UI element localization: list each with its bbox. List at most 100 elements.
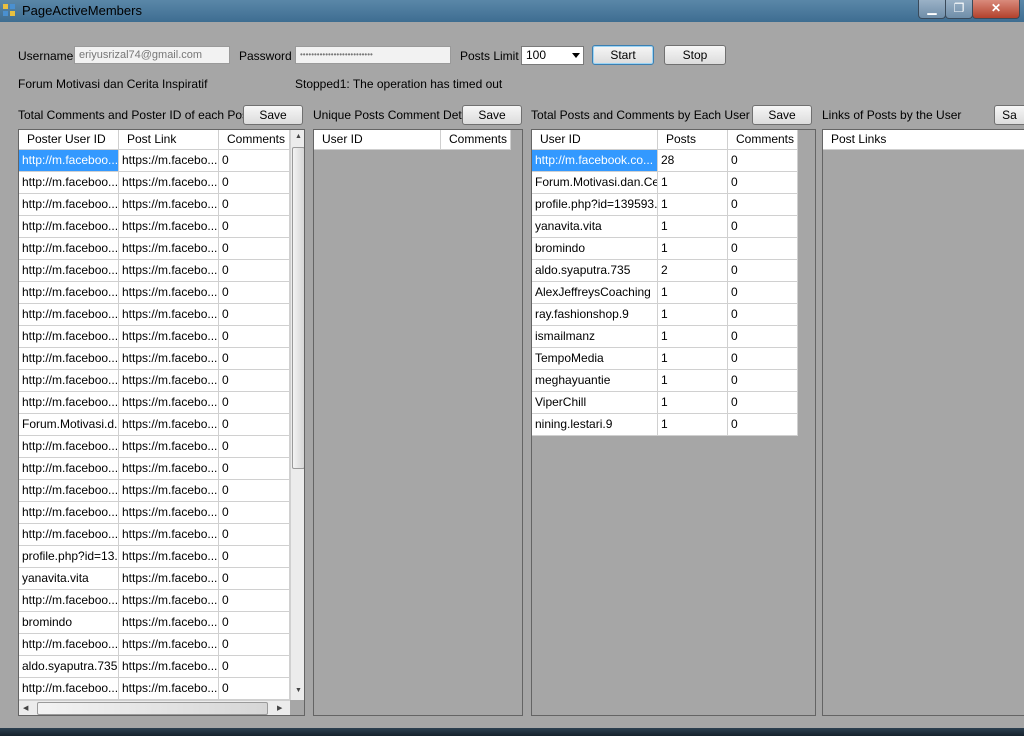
cell-comments[interactable]: 0 — [728, 348, 798, 370]
cell-poster-user-id[interactable]: http://m.faceboo... — [19, 392, 119, 414]
cell-posts[interactable]: 1 — [658, 348, 728, 370]
cell-comments[interactable]: 0 — [728, 414, 798, 436]
cell-user-id[interactable]: TempoMedia — [532, 348, 658, 370]
cell-comments[interactable]: 0 — [219, 480, 290, 502]
cell-poster-user-id[interactable]: http://m.faceboo... — [19, 348, 119, 370]
cell-post-link[interactable]: https://m.facebo... — [119, 326, 219, 348]
scroll-right-icon[interactable]: ▶ — [277, 704, 282, 712]
save-posts-button[interactable]: Save — [243, 105, 303, 125]
cell-comments[interactable]: 0 — [728, 282, 798, 304]
cell-poster-user-id[interactable]: http://m.faceboo... — [19, 304, 119, 326]
cell-comments[interactable]: 0 — [219, 678, 290, 700]
col-header-posts[interactable]: Posts — [658, 130, 728, 150]
cell-post-link[interactable]: https://m.facebo... — [119, 348, 219, 370]
close-button[interactable]: ✕ — [972, 0, 1020, 19]
cell-comments[interactable]: 0 — [219, 458, 290, 480]
cell-post-link[interactable]: https://m.facebo... — [119, 260, 219, 282]
cell-poster-user-id[interactable]: bromindo — [19, 612, 119, 634]
save-users-button[interactable]: Save — [752, 105, 812, 125]
cell-poster-user-id[interactable]: http://m.faceboo... — [19, 194, 119, 216]
col-header-comments[interactable]: Comments — [728, 130, 798, 150]
cell-poster-user-id[interactable]: aldo.syaputra.735 — [19, 656, 119, 678]
save-post-links-button[interactable]: Sa — [994, 105, 1024, 125]
cell-post-link[interactable]: https://m.facebo... — [119, 172, 219, 194]
cell-poster-user-id[interactable]: http://m.faceboo... — [19, 282, 119, 304]
cell-comments[interactable]: 0 — [219, 150, 290, 172]
cell-user-id[interactable]: AlexJeffreysCoaching — [532, 282, 658, 304]
col-header-poster-user-id[interactable]: Poster User ID — [19, 130, 119, 150]
cell-poster-user-id[interactable]: http://m.faceboo... — [19, 436, 119, 458]
cell-post-link[interactable]: https://m.facebo... — [119, 480, 219, 502]
cell-post-link[interactable]: https://m.facebo... — [119, 194, 219, 216]
cell-poster-user-id[interactable]: http://m.faceboo... — [19, 370, 119, 392]
posts-vertical-scrollbar[interactable]: ▲ ▼ — [290, 130, 304, 700]
cell-posts[interactable]: 28 — [658, 150, 728, 172]
cell-posts[interactable]: 2 — [658, 260, 728, 282]
cell-post-link[interactable]: https://m.facebo... — [119, 612, 219, 634]
cell-poster-user-id[interactable]: http://m.faceboo... — [19, 216, 119, 238]
cell-post-link[interactable]: https://m.facebo... — [119, 216, 219, 238]
cell-posts[interactable]: 1 — [658, 304, 728, 326]
cell-user-id[interactable]: aldo.syaputra.735 — [532, 260, 658, 282]
cell-comments[interactable]: 0 — [728, 238, 798, 260]
start-button[interactable]: Start — [592, 45, 654, 65]
cell-poster-user-id[interactable]: http://m.faceboo... — [19, 480, 119, 502]
cell-posts[interactable]: 1 — [658, 172, 728, 194]
cell-user-id[interactable]: yanavita.vita — [532, 216, 658, 238]
cell-post-link[interactable]: https://m.facebo... — [119, 568, 219, 590]
cell-poster-user-id[interactable]: http://m.faceboo... — [19, 458, 119, 480]
cell-comments[interactable]: 0 — [219, 216, 290, 238]
col-header-comments[interactable]: Comments — [441, 130, 511, 150]
cell-user-id[interactable]: ismailmanz — [532, 326, 658, 348]
minimize-button[interactable]: ▁ — [918, 0, 946, 19]
cell-poster-user-id[interactable]: http://m.faceboo... — [19, 150, 119, 172]
stop-button[interactable]: Stop — [664, 45, 726, 65]
cell-comments[interactable]: 0 — [219, 656, 290, 678]
username-field[interactable]: eriyusrizal74@gmail.com — [74, 46, 230, 64]
cell-comments[interactable]: 0 — [728, 304, 798, 326]
cell-user-id[interactable]: bromindo — [532, 238, 658, 260]
cell-comments[interactable]: 0 — [219, 414, 290, 436]
cell-post-link[interactable]: https://m.facebo... — [119, 304, 219, 326]
posts-horizontal-scrollbar[interactable]: ◀ ▶ — [19, 700, 290, 715]
cell-comments[interactable]: 0 — [219, 348, 290, 370]
cell-posts[interactable]: 1 — [658, 194, 728, 216]
cell-user-id[interactable]: meghayuantie — [532, 370, 658, 392]
cell-comments[interactable]: 0 — [219, 260, 290, 282]
cell-comments[interactable]: 0 — [219, 436, 290, 458]
cell-posts[interactable]: 1 — [658, 326, 728, 348]
cell-comments[interactable]: 0 — [728, 172, 798, 194]
cell-comments[interactable]: 0 — [728, 150, 798, 172]
cell-post-link[interactable]: https://m.facebo... — [119, 678, 219, 700]
cell-comments[interactable]: 0 — [219, 524, 290, 546]
cell-comments[interactable]: 0 — [219, 282, 290, 304]
horizontal-scroll-thumb[interactable] — [37, 702, 268, 715]
cell-post-link[interactable]: https://m.facebo... — [119, 590, 219, 612]
cell-post-link[interactable]: https://m.facebo... — [119, 238, 219, 260]
cell-poster-user-id[interactable]: yanavita.vita — [19, 568, 119, 590]
scroll-down-icon[interactable]: ▼ — [295, 687, 302, 694]
cell-comments[interactable]: 0 — [219, 568, 290, 590]
col-header-comments[interactable]: Comments — [219, 130, 290, 150]
cell-poster-user-id[interactable]: http://m.faceboo... — [19, 326, 119, 348]
cell-comments[interactable]: 0 — [219, 392, 290, 414]
cell-poster-user-id[interactable]: http://m.faceboo... — [19, 260, 119, 282]
cell-poster-user-id[interactable]: profile.php?id=13... — [19, 546, 119, 568]
cell-user-id[interactable]: ray.fashionshop.9 — [532, 304, 658, 326]
cell-comments[interactable]: 0 — [728, 216, 798, 238]
cell-comments[interactable]: 0 — [219, 370, 290, 392]
col-header-user-id[interactable]: User ID — [532, 130, 658, 150]
cell-comments[interactable]: 0 — [728, 370, 798, 392]
cell-poster-user-id[interactable]: http://m.faceboo... — [19, 678, 119, 700]
cell-posts[interactable]: 1 — [658, 216, 728, 238]
cell-poster-user-id[interactable]: http://m.faceboo... — [19, 524, 119, 546]
cell-post-link[interactable]: https://m.facebo... — [119, 414, 219, 436]
cell-user-id[interactable]: nining.lestari.9 — [532, 414, 658, 436]
cell-posts[interactable]: 1 — [658, 392, 728, 414]
cell-post-link[interactable]: https://m.facebo... — [119, 282, 219, 304]
cell-comments[interactable]: 0 — [219, 194, 290, 216]
cell-poster-user-id[interactable]: http://m.faceboo... — [19, 590, 119, 612]
scroll-left-icon[interactable]: ◀ — [23, 704, 28, 712]
cell-comments[interactable]: 0 — [219, 612, 290, 634]
cell-post-link[interactable]: https://m.facebo... — [119, 150, 219, 172]
